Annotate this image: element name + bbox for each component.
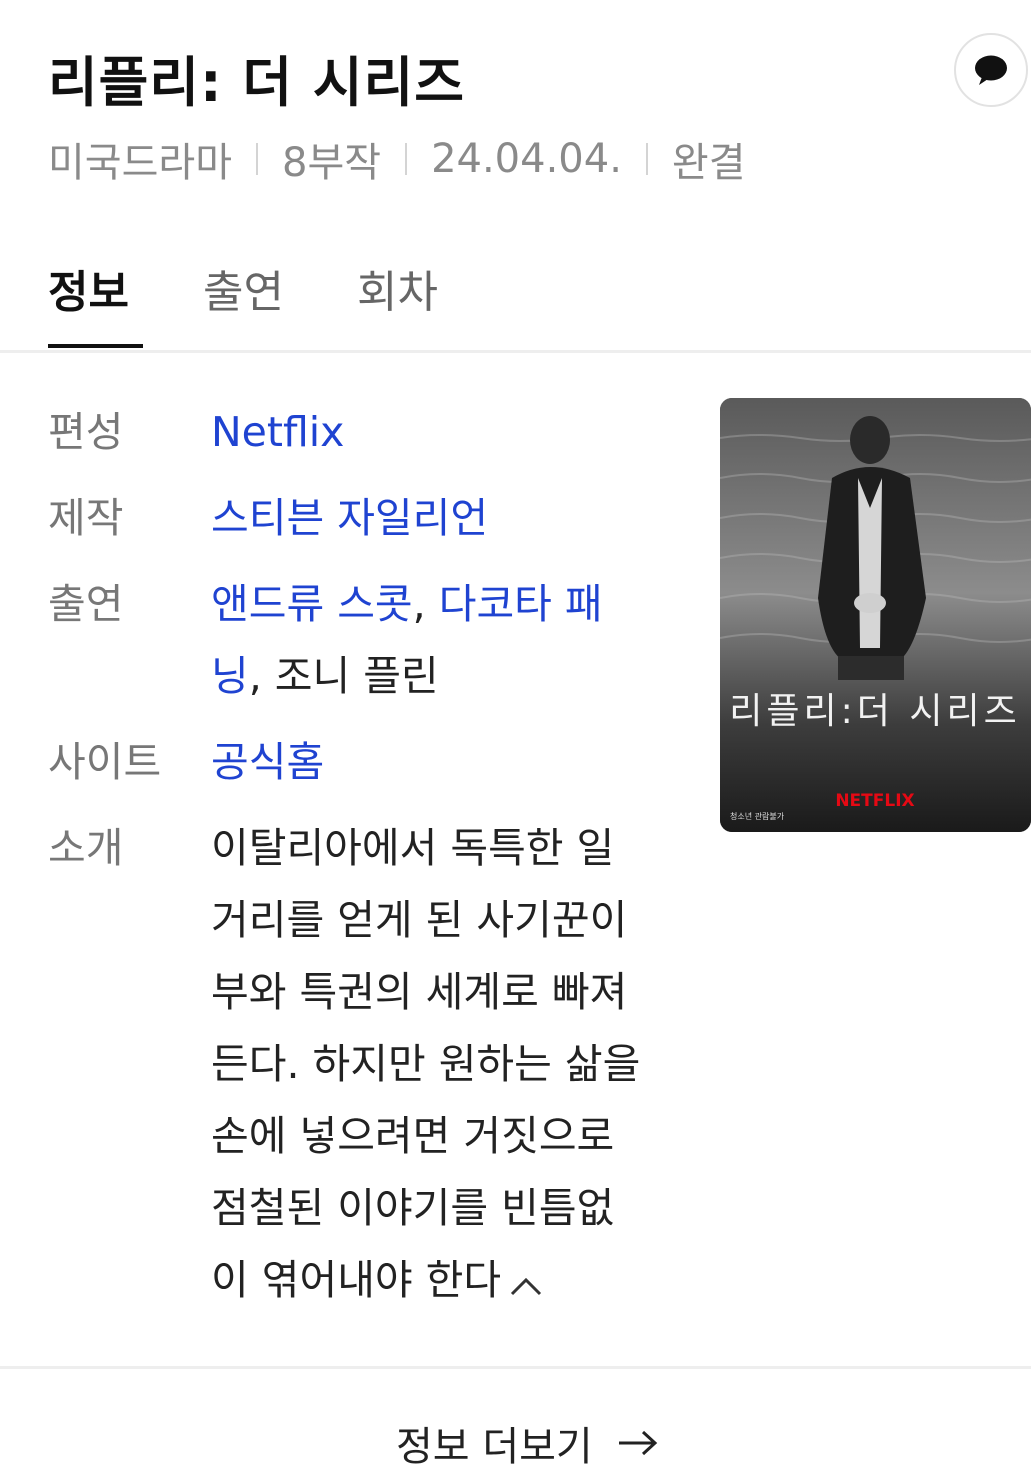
cast-link-andrew-scott[interactable]: 앤드류 스콧 <box>211 580 413 628</box>
meta-date: 24.04.04. <box>431 136 622 182</box>
intro-line: 거리를 얻게 된 사기꾼이 <box>211 896 628 944</box>
cast-johnny-flynn: , 조니 플린 <box>248 652 439 700</box>
intro-line: 든다. 하지만 원하는 삶을 <box>211 1040 641 1088</box>
cast-list: 앤드류 스콧, 다코타 패 닝, 조니 플린 <box>211 568 681 712</box>
chat-bubble-icon <box>975 55 1007 85</box>
cast-link-dakota-fanning-cont[interactable]: 닝 <box>211 652 249 700</box>
meta-status: 완결 <box>671 140 746 186</box>
network-label: 편성 <box>48 408 124 456</box>
active-tab-indicator <box>48 344 143 348</box>
production-link[interactable]: 스티븐 자일리언 <box>211 482 681 554</box>
chevron-up-icon <box>511 1277 542 1296</box>
intro-line: 손에 넣으려면 거짓으로 <box>211 1112 615 1160</box>
intro-line: 부와 특권의 세계로 빠져 <box>211 968 628 1016</box>
intro-text: 이탈리아에서 독특한 일 거리를 얻게 된 사기꾼이 부와 특권의 세계로 빠져… <box>211 812 681 1319</box>
meta-episodes: 8부작 <box>282 140 382 186</box>
tab-bar: 정보 출연 회차 <box>0 240 1031 353</box>
tab-cast[interactable]: 출연 <box>203 256 284 320</box>
cast-label: 출연 <box>48 580 124 628</box>
arrow-right-icon <box>618 1430 657 1456</box>
more-info-label: 정보 더보기 <box>396 1424 593 1470</box>
poster-artwork: 리플리:더 시리즈 NETFLIX 청소년 관람불가 <box>720 398 1031 832</box>
intro-label: 소개 <box>48 824 124 872</box>
intro-last-line: 이 엮어내야 한다 <box>211 1244 681 1319</box>
intro-line: 이탈리아에서 독특한 일 <box>211 824 615 872</box>
meta-divider <box>405 143 408 175</box>
collapse-toggle[interactable] <box>509 1247 543 1319</box>
chat-button[interactable] <box>954 33 1028 107</box>
tab-episodes[interactable]: 회차 <box>357 256 438 320</box>
page-title: 리플리: 더 시리즈 <box>48 51 465 114</box>
meta-genre: 미국드라마 <box>48 140 232 186</box>
poster-netflix-logo: NETFLIX <box>835 791 914 811</box>
cast-separator: , <box>412 580 439 628</box>
more-info-link[interactable]: 정보 더보기 <box>396 1414 661 1472</box>
poster-caption: 청소년 관람불가 <box>730 811 785 821</box>
poster-image[interactable]: 리플리:더 시리즈 NETFLIX 청소년 관람불가 <box>720 398 1031 832</box>
network-link[interactable]: Netflix <box>211 396 681 468</box>
meta-divider <box>645 143 648 175</box>
production-label: 제작 <box>48 494 124 542</box>
cast-link-dakota-fanning[interactable]: 다코타 패 <box>439 580 603 628</box>
tab-info[interactable]: 정보 <box>48 256 129 320</box>
official-site-link[interactable]: 공식홈 <box>211 726 681 798</box>
site-label: 사이트 <box>48 738 162 786</box>
meta-divider <box>256 143 258 175</box>
section-divider <box>0 1366 1031 1369</box>
intro-line: 점철된 이야기를 빈틈없 <box>211 1184 615 1232</box>
poster-title: 리플리:더 시리즈 <box>729 691 1020 732</box>
meta-line: 미국드라마 8부작 24.04.04. 완결 <box>48 130 746 188</box>
intro-line: 이 엮어내야 한다 <box>211 1256 502 1304</box>
